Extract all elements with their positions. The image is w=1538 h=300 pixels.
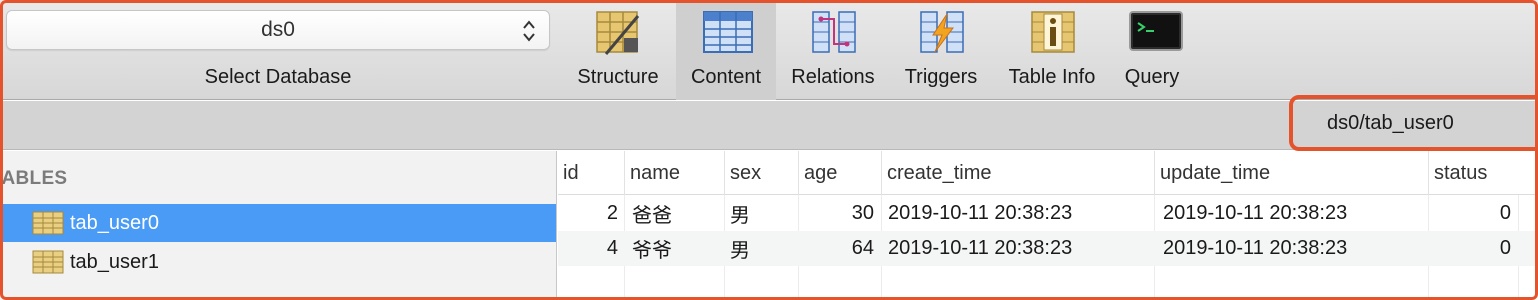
column-header-create-time[interactable]: create_time — [881, 151, 1154, 195]
cell-status[interactable]: 0 — [1428, 231, 1511, 266]
toolbar-table-info-label: Table Info — [1008, 66, 1096, 88]
table-icon — [32, 211, 64, 235]
column-header-sex[interactable]: sex — [724, 151, 798, 195]
cell-create-time[interactable]: 2019-10-11 20:38:23 — [888, 231, 1150, 266]
table-info-icon — [1028, 8, 1076, 56]
cell-create-time[interactable]: 2019-10-11 20:38:23 — [888, 196, 1150, 231]
sidebar: TABLES tab_user0 tab_user1 — [0, 151, 557, 300]
database-select-value: ds0 — [261, 18, 295, 41]
toolbar-relations-label: Relations — [791, 66, 875, 88]
table-header: id name sex age create_time update_time … — [558, 151, 1538, 195]
toolbar-triggers-label: Triggers — [904, 66, 978, 88]
cell-id[interactable]: 2 — [558, 196, 618, 231]
query-icon — [1128, 10, 1183, 58]
sidebar-item-tab-user0[interactable]: tab_user0 — [0, 204, 556, 242]
triggers-icon — [917, 8, 965, 56]
toolbar-relations-button[interactable]: Relations — [782, 0, 884, 100]
table-icon — [32, 250, 64, 274]
toolbar-structure-button[interactable]: Structure — [562, 0, 674, 100]
toolbar-content-label: Content — [690, 66, 762, 88]
cell-name[interactable]: 爷爷 — [632, 231, 722, 266]
sidebar-item-label: tab_user0 — [70, 211, 159, 234]
toolbar-content-button[interactable]: Content — [676, 0, 776, 100]
toolbar-query-button[interactable]: Query — [1112, 0, 1192, 100]
cell-sex[interactable]: 男 — [730, 196, 796, 231]
column-header-age[interactable]: age — [798, 151, 881, 195]
toolbar-structure-label: Structure — [577, 66, 659, 88]
sidebar-item-label: tab_user1 — [70, 250, 159, 273]
toolbar: ds0 Select Database Structure Content Re… — [0, 0, 1538, 100]
cell-sex[interactable]: 男 — [730, 231, 796, 266]
table-row[interactable]: 2 爸爸 男 30 2019-10-11 20:38:23 2019-10-11… — [558, 196, 1538, 231]
chevron-updown-icon — [519, 16, 539, 46]
toolbar-table-info-button[interactable]: Table Info — [996, 0, 1108, 100]
path-text: ds0/tab_user0 — [1327, 111, 1454, 134]
column-header-update-time[interactable]: update_time — [1154, 151, 1428, 195]
relations-icon — [809, 8, 857, 56]
column-header-name[interactable]: name — [624, 151, 724, 195]
sidebar-item-tab-user1[interactable]: tab_user1 — [0, 243, 556, 281]
cell-age[interactable]: 30 — [798, 196, 874, 231]
column-header-status[interactable]: status — [1428, 151, 1518, 195]
cell-update-time[interactable]: 2019-10-11 20:38:23 — [1163, 231, 1425, 266]
sidebar-heading: TABLES — [0, 168, 68, 189]
cell-update-time[interactable]: 2019-10-11 20:38:23 — [1163, 196, 1425, 231]
database-select-label: Select Database — [204, 66, 352, 88]
toolbar-query-label: Query — [1124, 66, 1180, 88]
cell-status[interactable]: 0 — [1428, 196, 1511, 231]
table-row[interactable]: 4 爷爷 男 64 2019-10-11 20:38:23 2019-10-11… — [558, 231, 1538, 266]
cell-name[interactable]: 爸爸 — [632, 196, 722, 231]
cell-age[interactable]: 64 — [798, 231, 874, 266]
cell-id[interactable]: 4 — [558, 231, 618, 266]
content-icon — [702, 8, 753, 56]
structure-icon — [594, 8, 642, 56]
content-table: id name sex age create_time update_time … — [558, 151, 1538, 300]
database-select[interactable]: ds0 — [6, 10, 550, 50]
toolbar-triggers-button[interactable]: Triggers — [892, 0, 990, 100]
column-header-id[interactable]: id — [558, 151, 624, 195]
path-breadcrumb: ds0/tab_user0 — [1289, 95, 1538, 151]
